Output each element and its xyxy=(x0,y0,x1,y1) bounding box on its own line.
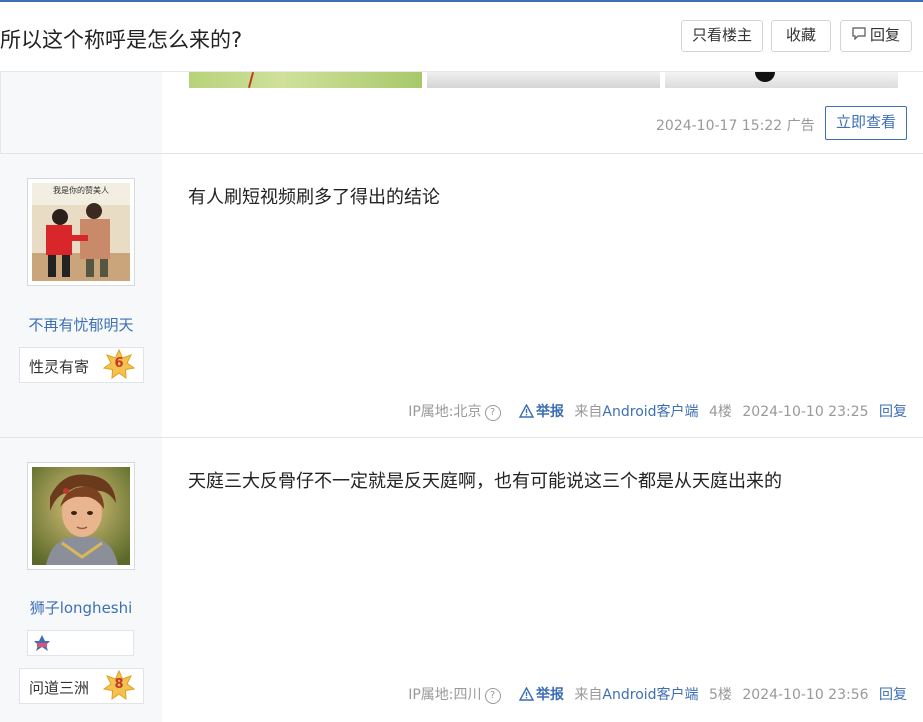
comment-icon xyxy=(852,21,866,51)
client-source: 来自Android客户端 xyxy=(574,687,698,703)
avatar[interactable]: 我是你的赞美人 xyxy=(27,178,135,286)
report-link[interactable]: 举报 xyxy=(518,403,564,420)
post-floor-4: 我是你的赞美人 不再有忧郁明天 性灵有寄 6 有人刷短视频刷多了得出的结论 IP… xyxy=(0,154,923,437)
post-floor-5: 狮子longheshi 问道三洲 8 天庭三大反骨仔不一定就是反天庭啊，也有可能… xyxy=(0,438,923,722)
member-badge[interactable] xyxy=(27,630,134,656)
floor-number: 4楼 xyxy=(709,404,732,420)
post-time: 2024-10-10 23:56 xyxy=(742,687,869,703)
report-label: 举报 xyxy=(535,687,564,703)
client-link[interactable]: Android客户端 xyxy=(602,687,698,703)
thread-title: 所以这个称呼是怎么来的? xyxy=(0,28,243,52)
ad-time: 2024-10-17 15:22 xyxy=(656,118,783,134)
member-badge-icon xyxy=(34,635,50,651)
report-label: 举报 xyxy=(535,404,564,420)
level-badge[interactable]: 性灵有寄 6 xyxy=(19,347,144,383)
username-link[interactable]: 狮子longheshi xyxy=(0,597,162,618)
post-meta: IP属地:四川? 举报 来自Android客户端 5楼 2024-10-10 2… xyxy=(408,684,907,704)
favorite-button[interactable]: 收藏 xyxy=(771,20,831,52)
ip-location-text: IP属地:北京 xyxy=(408,404,482,420)
ad-image-2[interactable] xyxy=(427,72,660,88)
client-source: 来自Android客户端 xyxy=(574,404,698,420)
ad-image-1[interactable] xyxy=(189,72,422,88)
reply-button-label: 回复 xyxy=(869,27,900,44)
ip-location: IP属地:北京? xyxy=(408,404,501,421)
only-op-button[interactable]: 只看楼主 xyxy=(681,20,763,52)
help-icon[interactable]: ? xyxy=(484,405,501,421)
help-icon[interactable]: ? xyxy=(484,688,501,704)
from-prefix: 来自 xyxy=(574,404,603,420)
post-content: 有人刷短视频刷多了得出的结论 xyxy=(188,187,440,208)
from-prefix: 来自 xyxy=(574,687,603,703)
ad-timestamp: 2024-10-17 15:22 广告 xyxy=(656,115,815,135)
report-link[interactable]: 举报 xyxy=(518,686,564,703)
username-link[interactable]: 不再有忧郁明天 xyxy=(0,314,162,335)
avatar-caption: 我是你的赞美人 xyxy=(53,186,109,195)
post-content: 天庭三大反骨仔不一定就是反天庭啊，也有可能说这三个都是从天庭出来的 xyxy=(188,471,782,492)
ad-block: 2024-10-17 15:22 广告 立即查看 xyxy=(0,72,923,154)
ad-tag: 广告 xyxy=(786,118,815,134)
level-number: 8 xyxy=(114,677,124,692)
warning-icon xyxy=(518,403,535,418)
reply-link[interactable]: 回复 xyxy=(879,404,907,420)
level-title: 问道三洲 xyxy=(29,679,90,697)
level-title: 性灵有寄 xyxy=(29,358,90,376)
thread-header: 所以这个称呼是怎么来的? 只看楼主 收藏 回复 xyxy=(0,2,923,72)
reply-link[interactable]: 回复 xyxy=(879,687,907,703)
warning-icon xyxy=(518,686,535,701)
reply-button[interactable]: 回复 xyxy=(840,20,912,52)
post-time: 2024-10-10 23:25 xyxy=(742,404,869,420)
ip-location-text: IP属地:四川 xyxy=(408,687,482,703)
avatar-image: 我是你的赞美人 xyxy=(32,183,130,281)
client-link[interactable]: Android客户端 xyxy=(602,404,698,420)
ip-location: IP属地:四川? xyxy=(408,687,501,704)
floor-number: 5楼 xyxy=(709,687,732,703)
view-now-button[interactable]: 立即查看 xyxy=(825,106,907,140)
post-meta: IP属地:北京? 举报 来自Android客户端 4楼 2024-10-10 2… xyxy=(408,401,907,421)
level-badge[interactable]: 问道三洲 8 xyxy=(19,668,144,704)
ad-image-3[interactable] xyxy=(665,72,898,88)
avatar[interactable] xyxy=(27,462,135,570)
avatar-image xyxy=(32,467,130,565)
level-number: 6 xyxy=(114,356,124,371)
